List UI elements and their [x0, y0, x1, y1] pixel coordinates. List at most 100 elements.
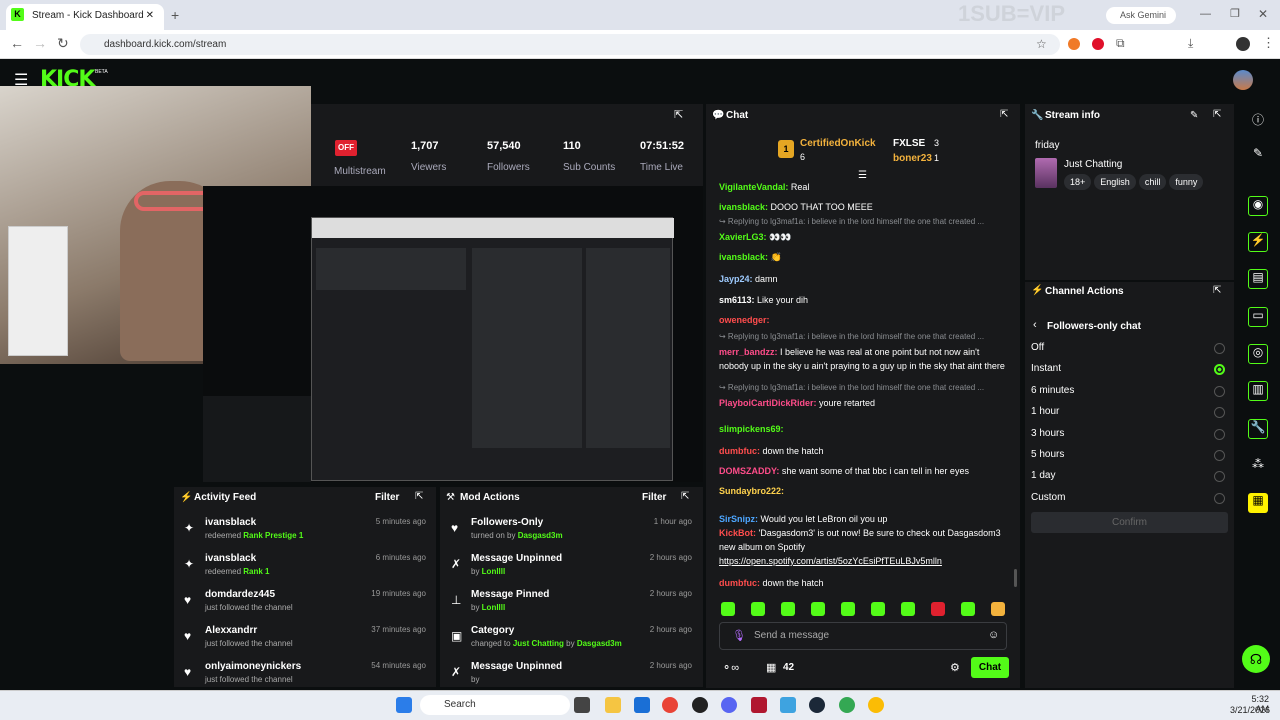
camera-icon[interactable]: ◉ [1248, 196, 1268, 216]
clapperboard-icon[interactable]: ▦ [1248, 493, 1268, 513]
emote-button[interactable] [811, 602, 825, 616]
activity-user[interactable]: ivansblack [205, 517, 256, 528]
taskbar-date[interactable]: 3/21/2026 [1228, 705, 1270, 715]
chat-username[interactable]: Sundaybro222: [719, 486, 784, 496]
bookmark-star-icon[interactable]: ☆ [1036, 37, 1047, 51]
emote-button[interactable] [991, 602, 1005, 616]
followers-option-radio[interactable] [1214, 343, 1225, 354]
close-window-icon[interactable]: ✕ [1258, 7, 1268, 21]
activity-user[interactable]: Alexxandrr [205, 625, 257, 636]
chat-scrollbar[interactable] [1014, 569, 1017, 587]
forward-icon[interactable]: → [33, 35, 47, 51]
menu-kebab-icon[interactable]: ⋮ [1262, 35, 1275, 51]
followers-option-label[interactable]: Custom [1031, 492, 1065, 503]
extension-icon[interactable] [1068, 38, 1080, 50]
emote-button[interactable] [961, 602, 975, 616]
chat-settings-gear-icon[interactable]: ⚙ [950, 661, 960, 674]
offline-badge[interactable]: OFF [335, 140, 357, 156]
maximize-icon[interactable]: ❐ [1230, 7, 1240, 20]
file-explorer-icon[interactable] [605, 697, 621, 713]
download-icon[interactable]: ⤓ [1188, 36, 1193, 51]
info-icon[interactable]: ⓘ [1248, 111, 1268, 131]
browser-tab[interactable]: Stream - Kick Dashboard ✕ [6, 4, 164, 30]
followers-option-radio[interactable] [1214, 428, 1225, 440]
acrobat-icon[interactable] [751, 697, 767, 713]
close-tab-icon[interactable]: ✕ [146, 10, 154, 21]
emote-button[interactable] [871, 602, 885, 616]
emoji-icon[interactable]: ☺ [988, 629, 999, 641]
chat-send-button[interactable]: Chat [971, 657, 1009, 678]
steam-icon[interactable] [809, 697, 825, 713]
activity-user[interactable]: onlyaimoneynickers [205, 661, 301, 672]
expand-stats-icon[interactable]: ⇱ [674, 108, 683, 121]
taskbar-search[interactable]: Search [420, 695, 570, 715]
tools-icon[interactable]: 🔧 [1248, 419, 1268, 439]
chat-username[interactable]: sm6113: [719, 295, 757, 305]
chat-username[interactable]: slimpickens69: [719, 424, 784, 434]
expand-activity-icon[interactable]: ⇱ [415, 491, 423, 502]
chrome-icon[interactable] [662, 697, 678, 713]
emote-button[interactable] [901, 602, 915, 616]
support-headset-icon[interactable]: ☊ [1242, 645, 1270, 673]
user-avatar[interactable] [1233, 70, 1253, 90]
tag-item[interactable]: funny [1169, 174, 1204, 190]
tag-item[interactable]: chill [1138, 174, 1167, 190]
emote-button[interactable] [721, 602, 735, 616]
chat-username[interactable]: dumbfuc: [719, 446, 763, 456]
expand-chat-icon[interactable]: ⇱ [1000, 109, 1008, 120]
github-icon[interactable] [692, 697, 708, 713]
chat-link[interactable]: https://open.spotify.com/artist/5ozYcEsi… [719, 556, 942, 566]
chat-input[interactable]: 🎙 Send a message ☺ [719, 622, 1007, 650]
chat-tool-icon[interactable]: ▭ [1248, 307, 1268, 327]
users-icon[interactable]: ⁂ [1248, 457, 1268, 477]
followers-option-label[interactable]: Off [1031, 342, 1044, 353]
store-icon[interactable] [634, 697, 650, 713]
ask-gemini-button[interactable]: Ask Gemini [1106, 7, 1176, 24]
chat-username[interactable]: ivansblack: [719, 252, 771, 262]
top-gifter-3-name[interactable]: boner23 [893, 153, 932, 164]
chat-username[interactable]: ivansblack: [719, 202, 771, 212]
layout-icon[interactable]: ▥ [1248, 381, 1268, 401]
chat-username[interactable]: dumbfuc: [719, 578, 763, 588]
emote-button[interactable] [841, 602, 855, 616]
followers-option-radio[interactable] [1214, 492, 1225, 504]
reload-icon[interactable]: ↻ [57, 35, 69, 52]
activity-user[interactable]: ivansblack [205, 553, 256, 564]
gift-points-icon[interactable]: ⚬∞ [722, 661, 739, 674]
tag-item[interactable]: English [1094, 174, 1136, 190]
emote-button[interactable] [931, 602, 945, 616]
chat-username[interactable]: PlayboiCartiDickRider: [719, 398, 819, 408]
photos-icon[interactable] [780, 697, 796, 713]
emote-button[interactable] [781, 602, 795, 616]
expand-info-icon[interactable]: ⇱ [1213, 109, 1221, 120]
chat-username[interactable]: KickBot: [719, 528, 759, 538]
chat-username[interactable]: merr_bandzz: [719, 347, 780, 357]
top-gifter-2-name[interactable]: FXLSE [893, 138, 925, 149]
edit-pencil-icon[interactable]: ✎ [1190, 110, 1198, 121]
category-name[interactable]: Just Chatting [1064, 159, 1122, 170]
profile-avatar[interactable] [1236, 37, 1250, 51]
windows-start-icon[interactable] [396, 697, 412, 713]
chat-username[interactable]: DOMSZADDY: [719, 466, 782, 476]
tag-item[interactable]: 18+ [1064, 174, 1092, 190]
followers-option-radio[interactable] [1214, 450, 1225, 461]
back-icon[interactable]: ← [10, 35, 24, 51]
chat-username[interactable]: owenedger: [719, 315, 770, 325]
chat-username[interactable]: VigilanteVandal: [719, 182, 791, 192]
followers-option-label[interactable]: 5 hours [1031, 449, 1064, 460]
activity-user[interactable]: domdardez445 [205, 589, 275, 600]
lightning-tool-icon[interactable]: ⚡ [1248, 232, 1268, 252]
broadcast-icon[interactable]: ◎ [1248, 344, 1268, 364]
followers-option-label[interactable]: 1 hour [1031, 406, 1059, 417]
clipboard-icon[interactable]: ▤ [1248, 269, 1268, 289]
activity-filter-button[interactable]: Filter [375, 492, 399, 503]
emote-button[interactable] [751, 602, 765, 616]
chrome-profile-icon[interactable] [868, 697, 884, 713]
followers-option-label[interactable]: 3 hours [1031, 428, 1064, 439]
followers-option-label[interactable]: 1 day [1031, 470, 1055, 481]
chat-username[interactable]: SirSnipz: [719, 514, 761, 524]
confirm-button[interactable]: Confirm [1031, 512, 1228, 533]
task-view-icon[interactable] [574, 697, 590, 713]
expand-mod-icon[interactable]: ⇱ [681, 491, 689, 502]
expand-actions-icon[interactable]: ⇱ [1213, 285, 1221, 296]
